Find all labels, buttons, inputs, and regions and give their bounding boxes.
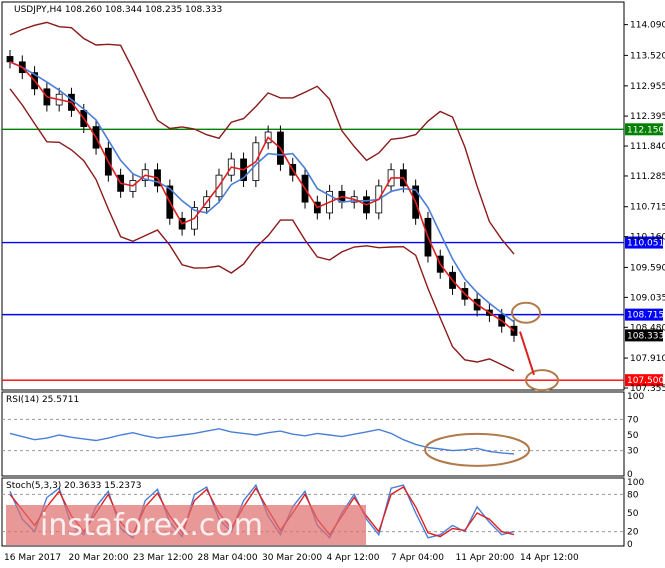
rsi-title: RSI(14) 25.5711 (6, 395, 79, 405)
time-tick-label: 16 Mar 2017 (4, 553, 61, 563)
price-tick-label: 108.480 (630, 323, 665, 333)
price-panel (1, 1, 625, 391)
watermark-text: instaforex.com (40, 508, 263, 543)
price-tick-label: 110.715 (630, 203, 665, 213)
time-tick-label: 23 Mar 12:00 (133, 553, 193, 563)
time-tick-label: 28 Mar 04:00 (198, 553, 258, 563)
level-label: 108.715 (627, 311, 664, 321)
price-tick-label: 109.035 (630, 293, 665, 303)
time-tick-label: 7 Apr 04:00 (391, 553, 444, 563)
time-tick-label: 4 Apr 12:00 (327, 553, 380, 563)
forex-chart: 112.150110.051108.715107.500108.333114.0… (1, 1, 665, 563)
stoch-tick-label: 0 (627, 540, 633, 550)
price-tick-label: 111.840 (630, 142, 665, 152)
time-tick-label: 11 Apr 20:00 (456, 553, 515, 563)
candle-body (6, 56, 14, 63)
time-tick-label: 30 Mar 20:00 (262, 553, 322, 563)
time-tick-label: 14 Apr 12:00 (520, 553, 579, 563)
price-tick-label: 109.590 (630, 263, 665, 273)
stoch-title: Stoch(5,3,3) 20.3633 15.2373 (6, 481, 141, 491)
level-label: 112.150 (627, 125, 664, 135)
price-tick-label: 113.520 (630, 51, 665, 61)
rsi-tick-label: 30 (627, 447, 639, 457)
rsi-tick-label: 100 (627, 392, 644, 402)
price-tick-label: 114.090 (630, 21, 665, 31)
candle-body (510, 325, 518, 336)
price-tick-label: 112.955 (630, 82, 665, 92)
price-tick-label: 110.160 (630, 233, 665, 243)
stoch-tick-label: 80 (627, 490, 639, 500)
stoch-tick-label: 20 (627, 528, 639, 538)
time-tick-label: 20 Mar 20:00 (69, 553, 129, 563)
price-tick-label: 107.910 (630, 354, 665, 364)
stoch-tick-label: 50 (627, 509, 639, 519)
price-tick-label: 111.285 (630, 172, 665, 182)
stoch-tick-label: 100 (627, 478, 644, 488)
price-title: USDJPY,H4 108.260 108.344 108.235 108.33… (14, 5, 222, 15)
price-tick-label: 112.395 (630, 112, 665, 122)
rsi-tick-label: 50 (627, 431, 639, 441)
rsi-tick-label: 70 (627, 415, 639, 425)
